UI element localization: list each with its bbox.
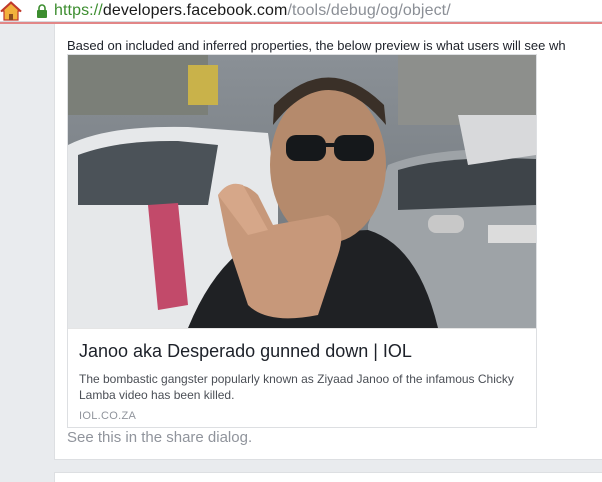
debugger-panel: Based on included and inferred propertie…	[54, 24, 602, 460]
preview-text-block[interactable]: Janoo aka Desperado gunned down | IOL Th…	[68, 328, 536, 427]
preview-photo	[68, 55, 536, 328]
preview-domain: IOL.CO.ZA	[79, 410, 137, 422]
lock-icon	[36, 3, 48, 18]
link-preview-card[interactable]: Janoo aka Desperado gunned down | IOL Th…	[67, 54, 537, 428]
preview-description: The bombastic gangster popularly known a…	[79, 372, 514, 402]
url-text[interactable]: https://developers.facebook.com/tools/de…	[54, 2, 451, 20]
preview-image[interactable]	[68, 55, 536, 328]
url-path: /tools/debug/og/object/	[287, 1, 451, 19]
url-scheme: https://	[54, 1, 103, 19]
next-section-panel	[54, 472, 602, 482]
home-icon[interactable]	[0, 0, 22, 21]
address-bar[interactable]: https://developers.facebook.com/tools/de…	[0, 0, 602, 22]
preview-title[interactable]: Janoo aka Desperado gunned down | IOL	[79, 341, 412, 362]
url-host: developers.facebook.com	[102, 1, 288, 19]
preview-intro-text: Based on included and inferred propertie…	[67, 38, 566, 53]
share-dialog-link[interactable]: See this in the share dialog.	[67, 429, 252, 446]
